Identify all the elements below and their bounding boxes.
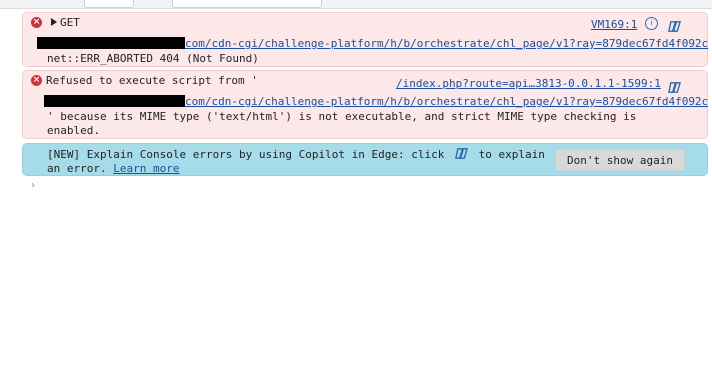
error-icon: × (31, 75, 42, 86)
console-prompt-chevron-icon: › (30, 180, 37, 191)
expand-triangle-icon[interactable] (51, 18, 57, 26)
copilot-banner: [NEW] Explain Console errors by using Co… (22, 143, 708, 176)
toolbar-tab[interactable] (84, 0, 134, 8)
filter-input[interactable] (172, 0, 322, 8)
banner-text: to explain (478, 148, 545, 161)
redacted-block (37, 37, 185, 49)
script-url[interactable]: com/cdn-cgi/challenge-platform/h/b/orche… (44, 95, 708, 108)
request-url[interactable]: com/cdn-cgi/challenge-platform/h/b/orche… (37, 37, 708, 50)
url-link[interactable]: com/cdn-cgi/challenge-platform/h/b/orche… (185, 37, 708, 50)
banner-text: [NEW] Explain Console errors by using Co… (47, 148, 445, 161)
url-link[interactable]: com/cdn-cgi/challenge-platform/h/b/orche… (185, 95, 708, 108)
banner-line2: an error. Learn more (47, 162, 179, 175)
source-link[interactable]: /index.php?route=api…3813-0.0.1.1-1599:1 (396, 77, 661, 90)
info-icon[interactable]: i (645, 17, 658, 30)
learn-more-link[interactable]: Learn more (113, 162, 179, 175)
status-text: net::ERR_ABORTED 404 (Not Found) (47, 52, 259, 65)
error-icon: × (31, 17, 42, 28)
console-error-get: × GET VM169:1 i com/cdn-cgi/challenge-pl… (22, 12, 708, 67)
dont-show-again-button[interactable]: Don't show again (555, 149, 685, 171)
copilot-icon[interactable] (668, 20, 681, 33)
source-link[interactable]: VM169:1 (591, 18, 637, 31)
toolbar-strip (0, 0, 712, 9)
copilot-icon[interactable] (668, 81, 681, 94)
console-error-mime: × Refused to execute script from ' /inde… (22, 70, 708, 139)
error-message-prefix: Refused to execute script from ' (46, 74, 258, 87)
copilot-icon[interactable] (455, 147, 468, 160)
error-message-line2: enabled. (47, 124, 100, 137)
expand-request[interactable]: GET (51, 16, 80, 29)
redacted-block (44, 95, 185, 107)
error-message-line1: ' because its MIME type ('text/html') is… (47, 110, 637, 123)
request-method: GET (60, 16, 80, 29)
banner-text: an error. (47, 162, 107, 175)
banner-line1: [NEW] Explain Console errors by using Co… (47, 147, 545, 161)
